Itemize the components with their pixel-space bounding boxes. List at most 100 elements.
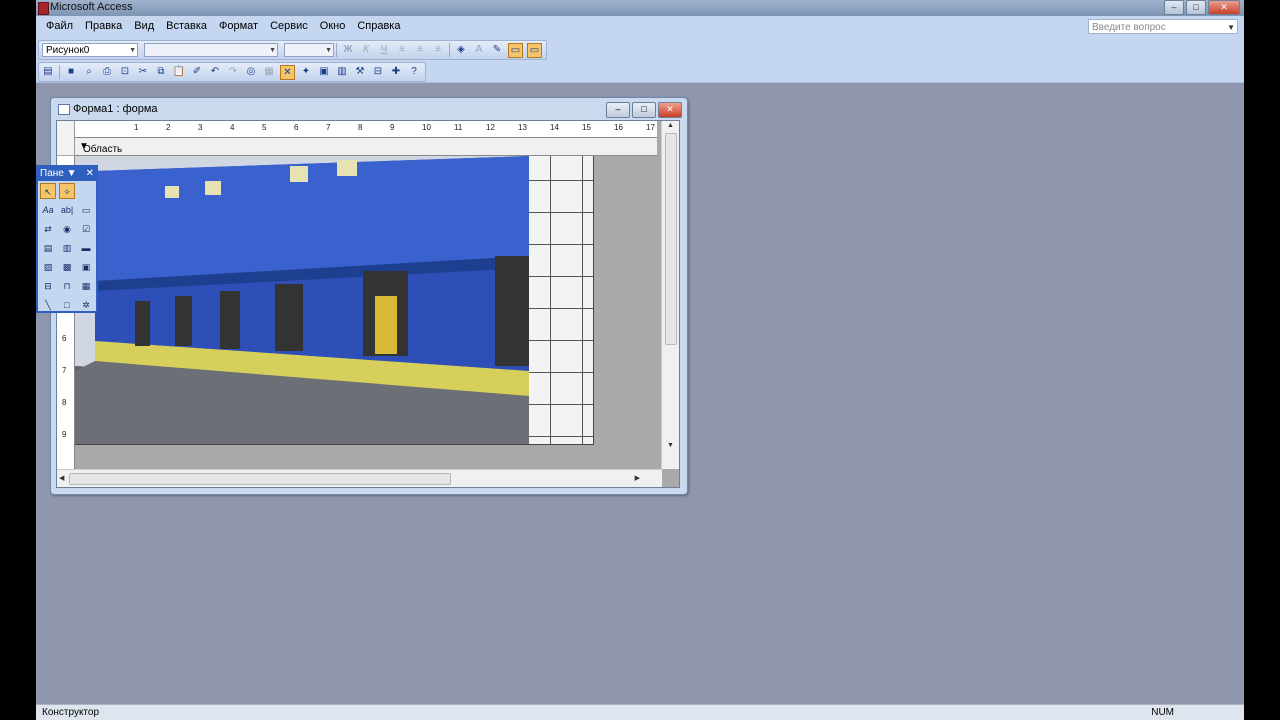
- menu-view[interactable]: Вид: [128, 16, 160, 38]
- hyperlink-icon[interactable]: ◎: [244, 65, 258, 79]
- object-select[interactable]: Рисунок0 ▼: [42, 43, 138, 57]
- tab-control-icon[interactable]: ⊓: [59, 278, 75, 294]
- align-right-icon[interactable]: ≡: [431, 43, 445, 57]
- dock-door: [495, 256, 529, 366]
- font-name-select[interactable]: ▼: [144, 43, 278, 57]
- maximize-button[interactable]: □: [1186, 0, 1206, 15]
- page-break-icon[interactable]: ⊟: [40, 278, 56, 294]
- section-selector[interactable]: [57, 138, 75, 155]
- undo-icon[interactable]: ↶: [208, 65, 222, 79]
- horizontal-scrollbar[interactable]: ◀ ▶: [57, 469, 662, 487]
- ruler-h-label: 12: [486, 123, 495, 132]
- line-width-icon[interactable]: ▭: [508, 42, 523, 58]
- option-button-icon[interactable]: ◉: [59, 221, 75, 237]
- menu-edit[interactable]: Правка: [79, 16, 128, 38]
- listbox-icon[interactable]: ▥: [59, 240, 75, 256]
- textbox-icon[interactable]: ab|: [59, 202, 75, 218]
- save-icon[interactable]: ■: [64, 65, 78, 79]
- scroll-right-icon[interactable]: ▶: [635, 474, 640, 482]
- detail-section[interactable]: [75, 156, 657, 469]
- vertical-scrollbar[interactable]: ▲ ▼: [661, 121, 679, 469]
- label-icon[interactable]: Aa: [40, 202, 56, 218]
- form-design-toolbar: ▤ ■ ⌕ ⎙ ⊡ ✂ ⧉ 📋 ✐ ↶ ↷ ◎ ▦ ✕ ✦ ▣ ▥ ⚒ ⊟ ✚ …: [36, 60, 1244, 83]
- search-icon[interactable]: ⌕: [82, 65, 96, 79]
- menu-help[interactable]: Справка: [351, 16, 406, 38]
- vertical-scroll-thumb[interactable]: [665, 133, 677, 345]
- code-icon[interactable]: ▣: [317, 65, 331, 79]
- menu-insert[interactable]: Вставка: [160, 16, 213, 38]
- toolbox-title-bar[interactable]: Пане ▼ ✕: [38, 167, 96, 181]
- ruler-h-label: 7: [326, 123, 331, 132]
- unbound-object-icon[interactable]: ▩: [59, 259, 75, 275]
- form-window-controls: – □ ✕: [606, 102, 682, 118]
- chevron-down-icon: ▼: [269, 47, 276, 54]
- line-icon[interactable]: ╲: [40, 297, 56, 313]
- menu-format[interactable]: Формат: [213, 16, 264, 38]
- redo-icon[interactable]: ↷: [226, 65, 240, 79]
- form-minimize-button[interactable]: –: [606, 102, 630, 118]
- scroll-down-icon[interactable]: ▼: [667, 442, 674, 449]
- field-list-icon[interactable]: ▦: [262, 65, 276, 79]
- close-button[interactable]: ✕: [1208, 0, 1240, 15]
- new-object-icon[interactable]: ✚: [389, 65, 403, 79]
- command-button-icon[interactable]: ▬: [78, 240, 94, 256]
- option-group-icon[interactable]: ▭: [78, 202, 94, 218]
- ask-question-input[interactable]: Введите вопрос ▼: [1088, 19, 1238, 34]
- chevron-down-icon[interactable]: ▼: [1227, 20, 1235, 35]
- toolbox-panel[interactable]: Пане ▼ ✕ ↖ ✧ Aa ab| ▭ ⇄ ◉ ☑ ▤ ▥ ▬ ▨ ▩ ▣ …: [36, 165, 98, 313]
- dock-door: [275, 284, 303, 351]
- menu-file[interactable]: Файл: [40, 16, 79, 38]
- bound-object-icon[interactable]: ▣: [78, 259, 94, 275]
- checkbox-icon[interactable]: ☑: [78, 221, 94, 237]
- help-icon[interactable]: ?: [407, 65, 421, 79]
- toolbox-icon[interactable]: ✕: [280, 64, 295, 80]
- align-center-icon[interactable]: ≡: [413, 43, 427, 57]
- toggle-button-icon[interactable]: ⇄: [40, 221, 56, 237]
- minimize-button[interactable]: –: [1164, 0, 1184, 15]
- line-color-icon[interactable]: ✎: [490, 43, 504, 57]
- database-window-icon[interactable]: ⊟: [371, 65, 385, 79]
- more-controls-icon[interactable]: ✲: [78, 297, 94, 313]
- image-icon[interactable]: ▨: [40, 259, 56, 275]
- title-bar[interactable]: Microsoft Access – □ ✕: [36, 0, 1244, 16]
- menu-window[interactable]: Окно: [314, 16, 352, 38]
- menu-tools[interactable]: Сервис: [264, 16, 314, 38]
- form-restore-button[interactable]: □: [632, 102, 656, 118]
- view-icon[interactable]: ▤: [41, 65, 55, 79]
- ruler-h-label: 1: [134, 123, 139, 132]
- form-close-button[interactable]: ✕: [658, 102, 682, 118]
- scroll-up-icon[interactable]: ▲: [667, 122, 674, 129]
- subform-icon[interactable]: ▦: [78, 278, 94, 294]
- paste-icon[interactable]: 📋: [172, 65, 186, 79]
- cut-icon[interactable]: ✂: [136, 65, 150, 79]
- horizontal-ruler[interactable]: 123456789101112131415161718: [75, 121, 679, 138]
- window-pane: [205, 181, 221, 195]
- preview-icon[interactable]: ⊡: [118, 65, 132, 79]
- border-style-icon[interactable]: ▭: [527, 42, 542, 58]
- scroll-left-icon[interactable]: ◀: [59, 474, 64, 482]
- font-size-select[interactable]: ▼: [284, 43, 334, 57]
- rectangle-icon[interactable]: □: [59, 297, 75, 313]
- underline-icon[interactable]: Ч: [377, 43, 391, 57]
- fill-color-icon[interactable]: ◈: [454, 43, 468, 57]
- print-icon[interactable]: ⎙: [100, 65, 114, 79]
- align-left-icon[interactable]: ≡: [395, 43, 409, 57]
- builder-icon[interactable]: ⚒: [353, 65, 367, 79]
- form-selector[interactable]: [57, 121, 75, 139]
- properties-icon[interactable]: ▥: [335, 65, 349, 79]
- copy-icon[interactable]: ⧉: [154, 65, 168, 79]
- ruler-h-label: 13: [518, 123, 527, 132]
- select-objects-icon[interactable]: ↖: [40, 183, 56, 199]
- autoformat-icon[interactable]: ✦: [299, 65, 313, 79]
- horizontal-scroll-thumb[interactable]: [69, 473, 451, 485]
- bold-icon[interactable]: Ж: [341, 43, 355, 57]
- combobox-icon[interactable]: ▤: [40, 240, 56, 256]
- detail-section-header[interactable]: ▼ Область данных: [75, 138, 657, 166]
- control-wizards-icon[interactable]: ✧: [59, 183, 75, 199]
- font-color-icon[interactable]: A: [472, 43, 486, 57]
- detail-grid[interactable]: [75, 156, 594, 445]
- format-painter-icon[interactable]: ✐: [190, 65, 204, 79]
- italic-icon[interactable]: К: [359, 43, 373, 57]
- close-icon[interactable]: ✕: [86, 167, 94, 181]
- image-control-picture0[interactable]: [75, 156, 529, 444]
